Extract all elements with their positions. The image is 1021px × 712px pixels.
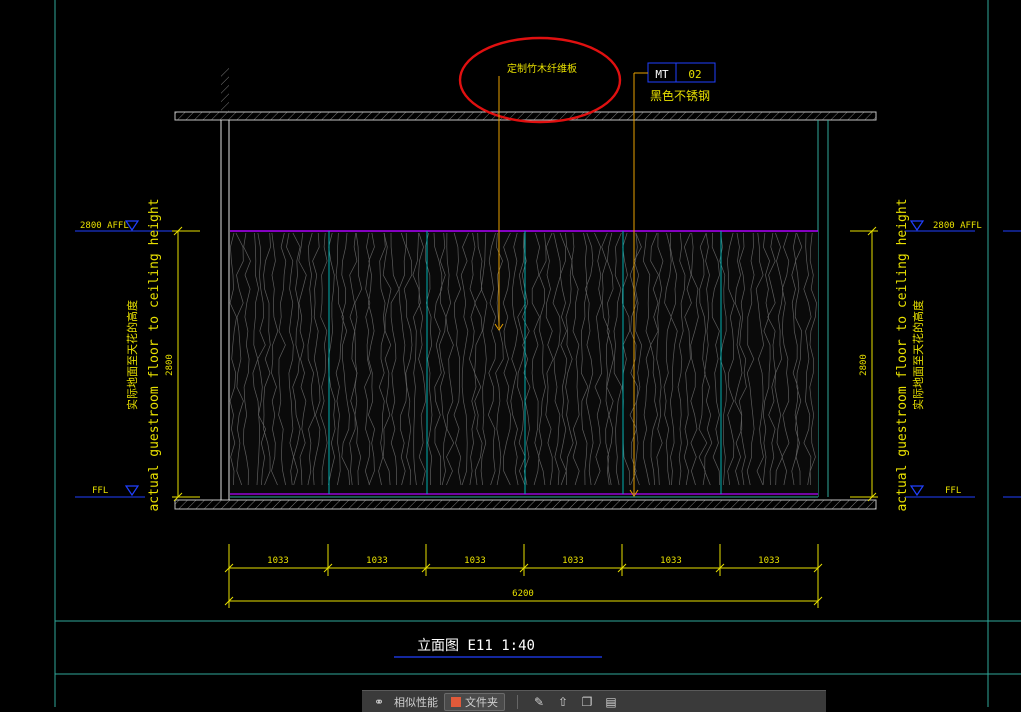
segment-dim: 1033	[464, 556, 486, 566]
vertical-note-en-left: actual guestroom floor to ceiling height	[147, 198, 162, 511]
tag-number: 02	[688, 68, 701, 81]
floor-slab	[174, 499, 877, 510]
bottom-toolbar: ⚭ 相似性能 文件夹 ✎ ⇧ ❐ ▤	[362, 690, 826, 712]
level-bottom-left: FFL	[92, 486, 108, 496]
right-wall	[817, 120, 829, 497]
segment-dim: 1033	[366, 556, 388, 566]
segment-dim: 1033	[660, 556, 682, 566]
folder-tab-label: 文件夹	[465, 695, 498, 709]
layers-icon[interactable]: ▤	[602, 694, 620, 710]
level-bottom-right: FFL	[945, 486, 961, 496]
copy-icon[interactable]: ❐	[578, 694, 596, 710]
arrow-up-icon[interactable]: ⇧	[554, 694, 572, 710]
segment-dim: 1033	[267, 556, 289, 566]
vertical-note-cn-left: 实际地面至天花的高度	[125, 300, 139, 410]
toolbar-left-label[interactable]: 相似性能	[394, 694, 438, 710]
segment-dim: 1033	[758, 556, 780, 566]
binoculars-icon[interactable]: ⚭	[370, 694, 388, 710]
level-top-left: 2800 AFFL	[80, 221, 129, 231]
wall-panel-area	[229, 230, 818, 498]
vertical-note-cn-right: 实际地面至天花的高度	[911, 300, 925, 410]
pen-icon[interactable]: ✎	[530, 694, 548, 710]
total-dim: 6200	[512, 589, 534, 599]
view-title: 立面图 E11 1:40	[417, 638, 535, 654]
right-height-dimension: 2800 actual guestroom floor to ceiling h…	[850, 198, 925, 512]
cad-viewport[interactable]: 定制竹木纤维板 MT 02 黑色不锈钢 2800 AFFL FFL 2800 a…	[0, 0, 1021, 707]
view-title-block: 立面图 E11 1:40	[394, 638, 602, 658]
ceiling-slab	[174, 68, 877, 121]
callout-circle	[458, 36, 622, 124]
height-dim-right: 2800	[859, 354, 869, 376]
vertical-note-en-right: actual guestroom floor to ceiling height	[895, 198, 910, 511]
toolbar-separator	[517, 694, 518, 709]
folder-tab[interactable]: 文件夹	[444, 692, 505, 711]
tag-description: 黑色不锈钢	[650, 89, 710, 103]
tag-code: MT	[655, 68, 669, 81]
height-dim-left: 2800	[165, 354, 175, 376]
folder-icon	[451, 696, 461, 707]
material-callout-text: 定制竹木纤维板	[507, 62, 577, 75]
left-wall	[220, 120, 230, 500]
level-top-right: 2800 AFFL	[933, 221, 982, 231]
left-height-dimension: 2800 actual guestroom floor to ceiling h…	[125, 198, 200, 512]
segment-dim: 1033	[562, 556, 584, 566]
